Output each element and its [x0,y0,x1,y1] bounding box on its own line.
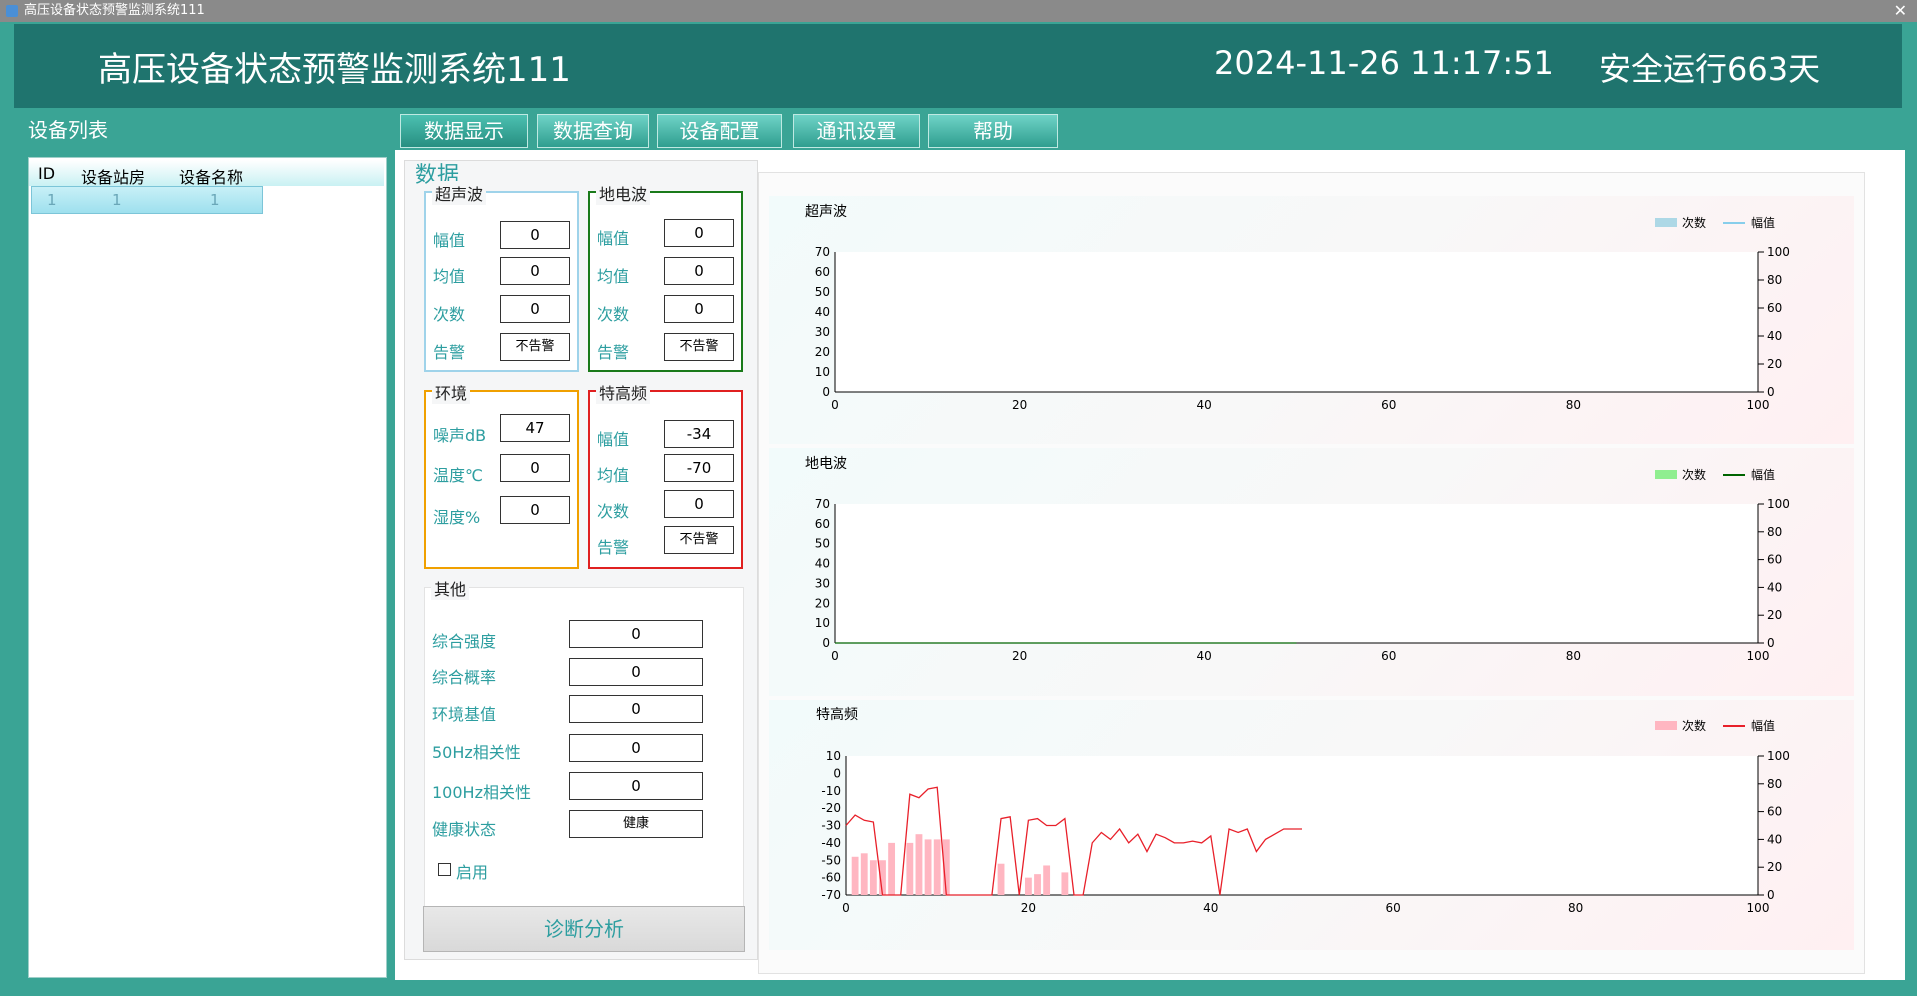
chart-0: 超声波次数 幅值0102030405060700204060801000 20 40 6… [805,204,1790,412]
x-tick-label: 0 [831,649,839,663]
x-tick-label: 60 [1386,901,1401,915]
bar-count [924,839,932,895]
x-tick-label: 0 [842,901,850,915]
y-tick-label: 20 [815,596,830,610]
curve-charts: 超声波次数 幅值0102030405060700204060801000 20 40 6… [805,204,1790,915]
x-tick-label: 100 [1747,398,1770,412]
bar-count [869,860,877,895]
y-tick-label: 30 [815,576,830,590]
y-tick-label: 50 [815,285,830,299]
y-tick-label: 60 [815,517,830,531]
legend-bar-swatch [1655,721,1677,730]
bar-count [933,839,941,895]
x-tick-label: 20 [1012,649,1027,663]
chart-title: 超声波 [805,204,847,220]
y2-tick-label: 60 [1767,301,1782,315]
x-tick-label: 0 [831,398,839,412]
y2-tick-label: 60 [1767,805,1782,819]
legend-label-count: 次数 [1682,718,1706,733]
y-tick-label: 50 [815,537,830,551]
legend-bar-swatch [1655,470,1677,479]
x-tick-label: 40 [1197,649,1212,663]
chart-plot-area [846,756,1758,895]
y2-tick-label: 80 [1767,777,1782,791]
y-tick-label: 0 [833,766,841,780]
x-tick-label: 40 [1197,398,1212,412]
y-tick-label: -50 [821,853,841,867]
y-tick-label: -70 [821,888,841,902]
x-tick-label: 80 [1566,398,1581,412]
y-tick-label: 0 [822,385,830,399]
y2-tick-label: 0 [1767,385,1775,399]
y-tick-label: 30 [815,325,830,339]
bar-count [1061,872,1069,895]
y2-tick-label: 20 [1767,357,1782,371]
bar-count [1043,865,1051,895]
x-tick-label: 80 [1566,649,1581,663]
x-tick-label: 60 [1381,649,1396,663]
legend-label-amplitude: 幅值 [1751,215,1775,230]
y2-tick-label: 60 [1767,553,1782,567]
chart-1: 地电波次数 幅值0102030405060700204060801000 20 40 6… [805,456,1790,663]
bar-count [851,856,859,895]
bar-count [1034,874,1041,895]
y2-tick-label: 40 [1767,329,1782,343]
bar-count [915,834,923,895]
bar-count [997,863,1005,895]
legend-label-count: 次数 [1682,467,1706,482]
bar-count [1024,877,1032,895]
legend-bar-swatch [1655,218,1677,227]
x-tick-label: 40 [1203,901,1218,915]
y-tick-label: 60 [815,265,830,279]
y-tick-label: 10 [826,749,841,763]
y-tick-label: 70 [815,245,830,259]
chart-plot-area [835,504,1758,643]
y2-tick-label: 100 [1767,497,1790,511]
y2-tick-label: 100 [1767,749,1790,763]
y-tick-label: -30 [821,819,841,833]
y-tick-label: 0 [822,636,830,650]
x-tick-label: 20 [1021,901,1036,915]
y2-tick-label: 20 [1767,608,1782,622]
y2-tick-label: 40 [1767,832,1782,846]
x-tick-label: 100 [1747,649,1770,663]
y2-tick-label: 80 [1767,525,1782,539]
chart-title: 地电波 [805,456,847,472]
chart-2: 特高频次数 幅值100-10-20-30-40-50-60-70 020406080… [816,706,1790,915]
bar-count [860,853,868,895]
y2-tick-label: 20 [1767,860,1782,874]
y-tick-label: 20 [815,345,830,359]
y2-tick-label: 0 [1767,888,1775,902]
legend-label-count: 次数 [1682,215,1706,230]
legend-label-amplitude: 幅值 [1751,467,1775,482]
y-tick-label: -20 [821,801,841,815]
bar-count [906,842,914,895]
y2-tick-label: 100 [1767,245,1790,259]
chart-title: 特高频 [816,706,858,723]
bar-count [888,842,896,895]
x-tick-label: 20 [1012,398,1027,412]
x-tick-label: 60 [1381,398,1396,412]
y-tick-label: 10 [815,616,830,630]
y2-tick-label: 40 [1767,580,1782,594]
legend-label-amplitude: 幅值 [1751,718,1775,733]
x-tick-label: 80 [1568,901,1583,915]
y-tick-label: -40 [821,836,841,850]
chart-plot-area [835,252,1758,392]
y-tick-label: 70 [815,497,830,511]
y2-tick-label: 80 [1767,273,1782,287]
y-tick-label: 40 [815,557,830,571]
y-tick-label: 10 [815,365,830,379]
y-tick-label: -10 [821,784,841,798]
x-tick-label: 100 [1747,901,1770,915]
y2-tick-label: 0 [1767,636,1775,650]
y-tick-label: -60 [821,871,841,885]
y-tick-label: 40 [815,305,830,319]
